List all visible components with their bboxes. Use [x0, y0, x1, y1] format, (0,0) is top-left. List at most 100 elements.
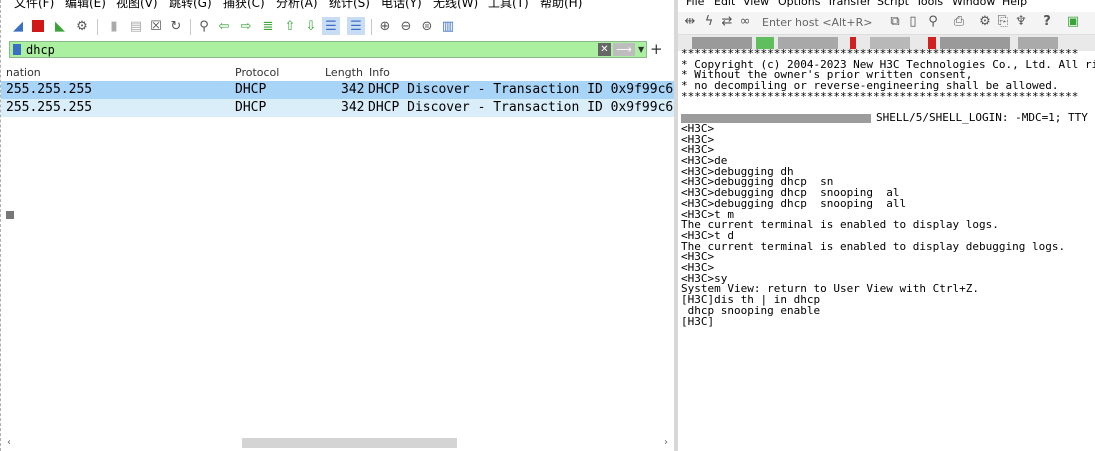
terminal-line: SHELL/5/SHELL_LOGIN: -MDC=1; TTY l [681, 112, 1095, 124]
goto-icon[interactable]: ≣ [259, 17, 277, 35]
display-filter-bar[interactable]: ✕ ⟶ ▼ [9, 41, 647, 58]
open-icon[interactable]: ▮ [105, 17, 123, 35]
terminal-line: <H3C> [681, 143, 715, 157]
cell-destination: 255.255.255 [6, 82, 93, 97]
save-icon[interactable]: ▤ [127, 17, 145, 35]
restart-icon[interactable]: ◣ [51, 17, 69, 35]
last-icon[interactable]: ⇩ [302, 17, 320, 35]
wireshark-window: 文件(F) 编辑(E) 视图(V) 跳转(G) 捕获(C) 分析(A) 统计(S… [0, 0, 677, 451]
terminal-line: [H3C] [681, 314, 715, 328]
autoscroll-icon[interactable]: ☰ [322, 17, 340, 35]
scrollbar-thumb[interactable] [242, 438, 457, 448]
print-icon[interactable]: ⎙ [950, 12, 968, 30]
menu-script[interactable]: Script [877, 0, 909, 8]
packet-list-header: nation Protocol Length Info [1, 64, 677, 82]
screen-icon[interactable]: ▣ [1064, 12, 1082, 30]
menu-telephony[interactable]: 电话(Y) [381, 0, 422, 11]
column-destination[interactable]: nation [6, 66, 41, 79]
stop-icon[interactable] [29, 17, 47, 35]
menu-tools[interactable]: Tools [916, 0, 943, 8]
cell-info: DHCP Discover - Transaction ID 0x9f99c66 [368, 100, 675, 115]
terminal-line: The current terminal is enabled to displ… [681, 239, 1066, 253]
connect-icon[interactable]: ⇹ [681, 12, 699, 30]
quick-connect-input[interactable]: Enter host <Alt+R> [762, 16, 872, 29]
shark-fin-icon[interactable]: ◢ [9, 17, 27, 35]
menu-file[interactable]: File [686, 0, 704, 8]
zoom-out-icon[interactable]: ⊖ [397, 17, 415, 35]
cell-destination: 255.255.255 [6, 100, 93, 115]
add-filter-button[interactable]: + [650, 40, 663, 58]
menu-file[interactable]: 文件(F) [14, 0, 54, 11]
cell-length: 342 [341, 82, 365, 97]
back-icon[interactable]: ⇦ [215, 17, 233, 35]
terminal-output[interactable]: ****************************************… [681, 48, 1095, 328]
find-icon[interactable]: ⚲ [195, 17, 213, 35]
terminal-menubar: File Edit View Options Transfer Script T… [678, 0, 1095, 9]
column-length[interactable]: Length [325, 66, 363, 79]
column-info[interactable]: Info [369, 66, 390, 79]
forward-icon[interactable]: ⇨ [237, 17, 255, 35]
display-filter-input[interactable] [26, 42, 586, 57]
splitter-handle[interactable] [6, 211, 14, 219]
keymap-icon[interactable]: ♆ [1012, 12, 1030, 30]
menu-options[interactable]: Options [778, 0, 820, 8]
terminal-line: <H3C> [681, 121, 715, 135]
cell-protocol: DHCP [235, 100, 267, 115]
menu-edit[interactable]: Edit [714, 0, 735, 8]
help-icon[interactable]: ? [1038, 12, 1056, 30]
reload-icon[interactable]: ↻ [167, 17, 185, 35]
menu-analyze[interactable]: 分析(A) [276, 0, 318, 11]
menu-statistics[interactable]: 统计(S) [329, 0, 370, 11]
first-icon[interactable]: ⇧ [281, 17, 299, 35]
terminal-toolbar: ⇹ ϟ ⇄ ∞ Enter host <Alt+R> ⧉ ▯ ⚲ ⎙ ⚙ ⎘ ♆… [678, 12, 1095, 35]
bookmark-icon[interactable] [13, 44, 21, 55]
sftp-icon[interactable]: ⎘ [994, 12, 1012, 30]
wireshark-toolbar: ◢ ◣ ⚙ ▮ ▤ ☒ ↻ ⚲ ⇦ ⇨ ≣ ⇧ ⇩ ☰ ☰ ⊕ ⊖ ⊜ ▥ [9, 17, 669, 37]
menu-tools[interactable]: 工具(T) [488, 0, 529, 11]
terminal-window: File Edit View Options Transfer Script T… [678, 0, 1095, 451]
menu-edit[interactable]: 编辑(E) [65, 0, 106, 11]
table-row[interactable]: 255.255.255 DHCP 342 DHCP Discover - Tra… [1, 81, 675, 99]
menu-capture[interactable]: 捕获(C) [223, 0, 265, 11]
cell-length: 342 [341, 100, 365, 115]
close-icon[interactable]: ☒ [147, 17, 165, 35]
terminal-line: ****************************************… [681, 89, 1079, 103]
menu-window[interactable]: Window [952, 0, 995, 8]
cell-info: DHCP Discover - Transaction ID 0x9f99c66 [368, 82, 675, 97]
settings-icon[interactable]: ⚙ [976, 12, 994, 30]
find-icon[interactable]: ⚲ [924, 12, 942, 30]
terminal-line: <H3C> [681, 132, 715, 146]
menu-view[interactable]: View [743, 0, 769, 8]
menu-view[interactable]: 视图(V) [116, 0, 158, 11]
table-row[interactable]: 255.255.255 DHCP 342 DHCP Discover - Tra… [1, 99, 675, 117]
menu-help[interactable]: 帮助(H) [540, 0, 582, 11]
chevron-down-icon[interactable]: ▼ [638, 43, 646, 56]
resize-columns-icon[interactable]: ▥ [439, 17, 457, 35]
zoom-normal-icon[interactable]: ⊜ [418, 17, 436, 35]
options-icon[interactable]: ⚙ [73, 17, 91, 35]
apply-filter-icon[interactable]: ⟶ [613, 43, 635, 56]
wireshark-menubar: 文件(F) 编辑(E) 视图(V) 跳转(G) 捕获(C) 分析(A) 统计(S… [1, 0, 677, 10]
lightning-icon[interactable]: ϟ [700, 12, 718, 30]
menu-go[interactable]: 跳转(G) [169, 0, 212, 11]
link-icon[interactable]: ∞ [736, 12, 754, 30]
scroll-right-icon[interactable]: › [664, 437, 668, 448]
colorize-icon[interactable]: ☰ [347, 17, 365, 35]
menu-wireless[interactable]: 无线(W) [433, 0, 478, 11]
clear-filter-icon[interactable]: ✕ [598, 43, 611, 56]
scroll-left-icon[interactable]: ‹ [7, 437, 11, 448]
terminal-line: <H3C> [681, 250, 715, 264]
terminal-line: The current terminal is enabled to displ… [681, 218, 999, 232]
menu-help[interactable]: Help [1002, 0, 1027, 8]
terminal-line: dhcp snooping enable [681, 303, 821, 317]
menu-transfer[interactable]: Transfer [827, 0, 871, 8]
zoom-in-icon[interactable]: ⊕ [376, 17, 394, 35]
horizontal-scrollbar[interactable]: ‹ › [1, 437, 677, 449]
terminal-line: <H3C> [681, 261, 715, 275]
reconnect-icon[interactable]: ⇄ [718, 12, 736, 30]
copy-icon[interactable]: ⧉ [886, 12, 904, 30]
column-protocol[interactable]: Protocol [235, 66, 279, 79]
redacted-text [681, 113, 871, 123]
paste-icon[interactable]: ▯ [904, 12, 922, 30]
cell-protocol: DHCP [235, 82, 267, 97]
